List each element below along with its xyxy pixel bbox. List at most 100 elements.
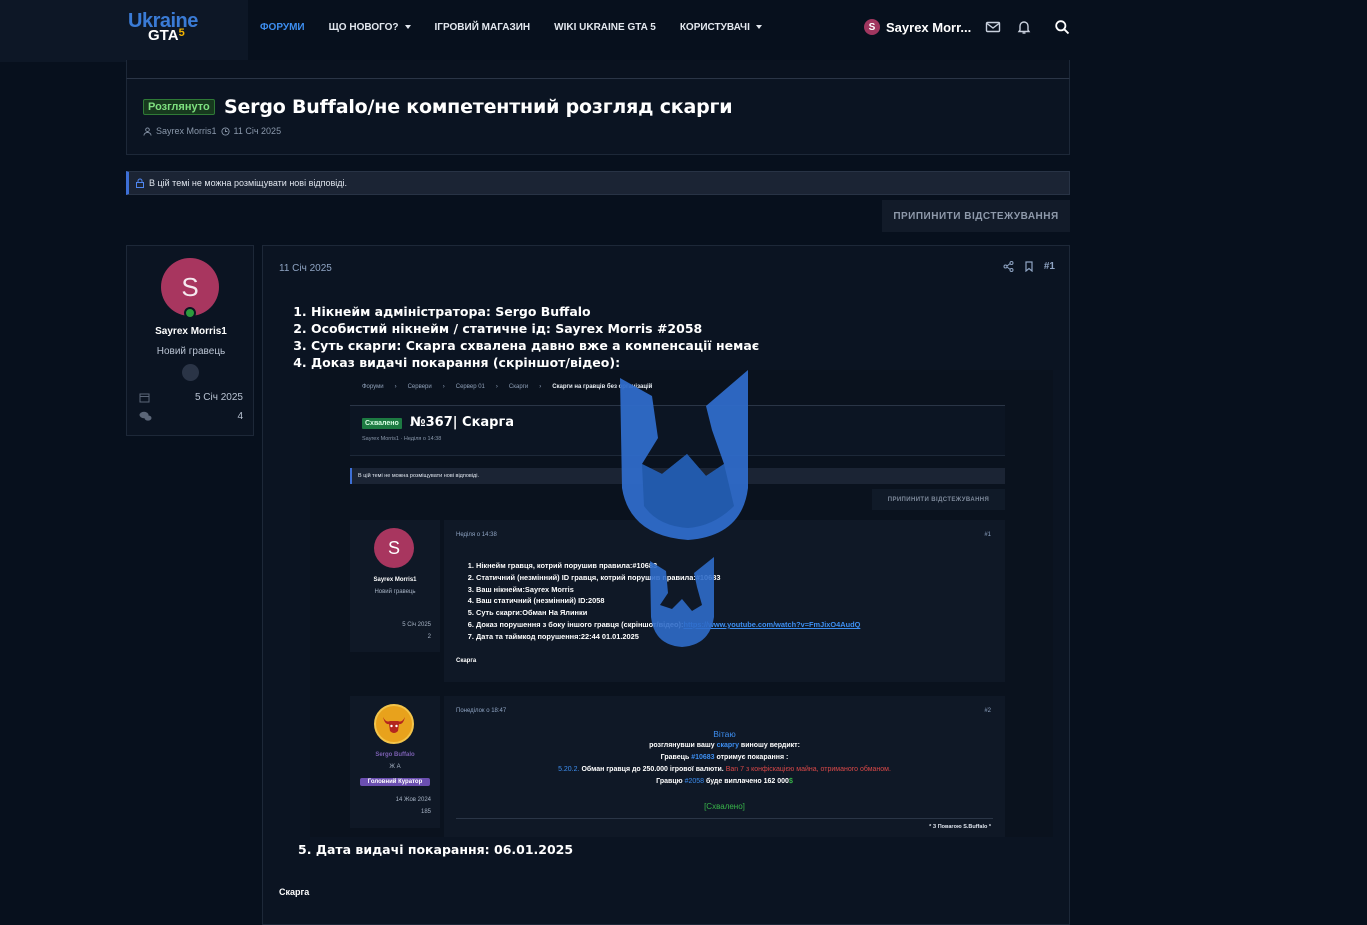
shot-signature: * З Повагою S.Buffalo * (929, 824, 991, 830)
list-item: 5. Дата видачі покарання: 06.01.2025 (285, 842, 573, 857)
signature-divider (456, 818, 993, 819)
nav-item-members[interactable]: КОРИСТУВАЧІ (680, 20, 762, 34)
shot-text: розглянувши вашу (649, 742, 715, 749)
shot-user-sub: Ж А (389, 764, 401, 770)
avatar: S (864, 19, 880, 35)
logo-text-bottom: GTA5 (148, 27, 185, 44)
list-item: Особистий нікнейм / статичне ід: Sayrex … (311, 320, 759, 337)
shot-post-footer: Скарга (456, 658, 477, 664)
avatar: S (374, 528, 414, 568)
user-joined-row: 5 Січ 2025 (139, 392, 243, 403)
shot-rule-line: 5.20.2. Обман гравця до 250.000 ігрової … (444, 766, 1005, 773)
bookmark-icon[interactable] (1024, 261, 1034, 272)
shot-meta-date: Неділя о 14:38 (403, 436, 442, 442)
post-username[interactable]: Sayrex Morris1 (127, 326, 255, 337)
nav-item-forums[interactable]: ФОРУМИ (260, 20, 305, 34)
shot-link: #2058 (684, 778, 705, 785)
user-rank: Новий гравець (156, 346, 226, 357)
bull-icon (383, 717, 405, 733)
shot-text: отримує покарання : (716, 754, 789, 761)
chevron-down-icon[interactable] (755, 25, 762, 29)
logo-gta: GTA (148, 27, 179, 44)
shot-post-number: #1 (984, 532, 991, 538)
group-badge-icon (182, 364, 199, 381)
shot-user-joined: 14 Жов 2024 (395, 797, 431, 803)
bell-icon[interactable] (1016, 19, 1032, 35)
shot-user-messages: 185 (420, 809, 431, 815)
shot-payout-line: Гравцю #2058 буде виплачено 162 000$ (444, 778, 1005, 785)
shot-user-card: Sergo Buffalo Ж А Головний Куратор 14 Жо… (350, 696, 440, 828)
lock-icon (136, 178, 144, 188)
nav-item-label: WIKI UKRAINE GTA 5 (554, 21, 656, 33)
calendar-icon (139, 393, 150, 403)
account-menu[interactable]: S Sayrex Morr... (864, 19, 971, 35)
messages-icon (139, 411, 152, 421)
ukraine-gta-watermark-icon (620, 370, 748, 540)
shot-user-messages: 2 (427, 634, 431, 640)
share-icon[interactable] (1003, 261, 1014, 272)
envelope-icon[interactable] (985, 19, 1001, 35)
shot-username: Sayrex Morris1 (373, 577, 417, 583)
site-logo[interactable]: Ukraine GTA5 (128, 10, 208, 46)
clock-icon (220, 126, 230, 136)
breadcrumb-separator: › (539, 384, 542, 390)
nav-item-label: КОРИСТУВАЧІ (679, 21, 750, 33)
shot-thread-meta: Sayrex Morris1 · Неділя о 14:38 (362, 436, 442, 442)
thread-date[interactable]: 11 Січ 2025 (234, 126, 282, 136)
nav-item-whats-new[interactable]: ЩО НОВОГО? (329, 20, 411, 34)
breadcrumb-item: Форуми (362, 384, 384, 390)
nav-item-game-shop[interactable]: ІГРОВИЙ МАГАЗИН (435, 20, 531, 34)
user-message-count: 4 (237, 411, 243, 422)
shot-post-date: Неділя о 14:38 (456, 532, 497, 538)
shot-link: скаргу (716, 742, 739, 749)
shot-post-number: #2 (984, 708, 991, 714)
unwatch-button[interactable]: ПРИПИНИТИ ВІДСТЕЖУВАННЯ (882, 200, 1070, 232)
shot-prefix-badge: Схвалено (362, 418, 402, 429)
ukraine-gta-watermark-small-icon (650, 557, 714, 647)
shot-text: Гравцю (656, 778, 683, 785)
nav-item-wiki[interactable]: WIKI UKRAINE GTA 5 (554, 20, 656, 34)
locked-notice-text: В цій темі не можна розміщувати нові від… (149, 178, 348, 188)
shot-user-card: S Sayrex Morris1 Новий гравець 5 Січ 202… (350, 520, 440, 652)
chevron-down-icon[interactable] (404, 25, 411, 29)
post-user-card: S Sayrex Morris1 Новий гравець 5 Січ 202… (126, 245, 254, 436)
shot-thread-title: №367| Скарга (410, 415, 515, 430)
user-messages-row: 4 (139, 411, 243, 422)
shot-meta-author: Sayrex Morris1 (362, 436, 399, 442)
nav-item-label: ФОРУМИ (260, 21, 305, 33)
shot-text: буде виплачено 162 000 (705, 778, 789, 785)
breadcrumb-item: Сервери (407, 384, 432, 390)
account-username: Sayrex Morr... (886, 19, 972, 35)
post-date[interactable]: 11 Січ 2025 (279, 263, 332, 274)
user-joined: 5 Січ 2025 (194, 392, 243, 403)
shot-player-line: Гравець #10683 отримує покарання : (444, 754, 1005, 761)
list-item-number: 5. (298, 842, 312, 857)
logo-area-background (0, 0, 248, 62)
thread-meta: Sayrex Morris1 11 Січ 2025 (143, 126, 281, 136)
shot-verdict-line: розглянувши вашу скаргу виношу вердикт: (444, 742, 1005, 749)
shot-link: #10683 (691, 754, 715, 761)
search-icon[interactable] (1054, 19, 1070, 35)
breadcrumb-item: Сервер 01 (455, 384, 485, 390)
shot-post-date: Понеділок о 18:47 (456, 708, 507, 714)
post-actions: #1 (1003, 261, 1055, 272)
shot-rule-penalty: Ban 7 з конфіскацією майна, отриманого о… (725, 766, 891, 773)
post-number[interactable]: #1 (1044, 261, 1055, 272)
user-icon (143, 126, 152, 136)
list-item: Нікнейм адміністратора: Sergo Buffalo (311, 303, 759, 320)
shot-status: [Схвалено] (704, 802, 745, 811)
header-top-strip (126, 60, 1070, 78)
shot-unwatch-button: ПРИПИНИТИ ВІДСТЕЖУВАННЯ (872, 489, 1005, 510)
nav-item-label: ЩО НОВОГО? (328, 21, 399, 33)
breadcrumb-separator: › (394, 384, 397, 390)
post-tag-footer: Скарга (279, 887, 310, 897)
breadcrumb-item: Скарги (508, 384, 529, 390)
breadcrumb-separator: › (442, 384, 445, 390)
shot-user-joined: 5 Січ 2025 (402, 622, 431, 628)
shot-text: Гравець (660, 754, 690, 761)
shot-user-rank: Новий гравець (374, 589, 416, 595)
shot-text: виношу вердикт: (740, 742, 800, 749)
thread-author[interactable]: Sayrex Morris1 (156, 126, 217, 136)
thread-prefix-badge[interactable]: Розглянуто (143, 99, 215, 115)
thread-title: Sergo Buffalo/не компетентний розгляд ск… (224, 96, 733, 118)
